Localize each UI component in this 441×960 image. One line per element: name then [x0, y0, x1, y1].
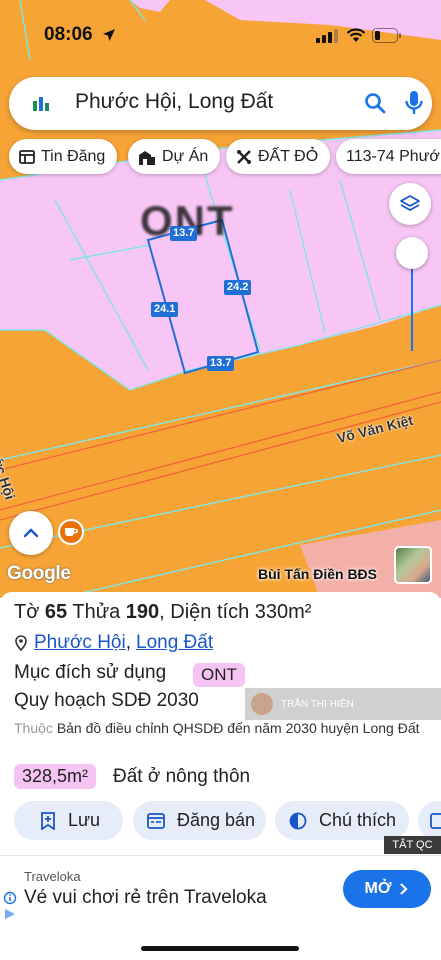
overlay-avatar: [251, 693, 273, 715]
legend-button[interactable]: Chú thích: [275, 801, 409, 840]
post-for-sale-label: Đăng bán: [177, 810, 256, 830]
search-icon[interactable]: [363, 91, 387, 115]
map-view[interactable]: ONT 13.7 24.2 24.1 13.7 Võ Văn Kiệt Phướ…: [0, 0, 441, 598]
search-query[interactable]: Phước Hội, Long Đất: [75, 90, 273, 114]
wifi-icon: [346, 28, 366, 42]
microphone-icon[interactable]: [404, 90, 424, 116]
sheet-number: 65: [44, 601, 68, 623]
google-watermark: Google: [7, 563, 71, 584]
save-button[interactable]: Lưu: [14, 801, 123, 840]
buildings-icon: [139, 150, 155, 165]
status-bar: 08:06: [0, 0, 441, 70]
district-link[interactable]: Long Đất: [136, 632, 213, 654]
location-arrow-icon: [103, 29, 115, 41]
chevron-right-icon: [400, 883, 409, 895]
close-ad-button[interactable]: TẮT QC: [384, 836, 441, 854]
usage-purpose-tag: ONT: [193, 663, 245, 687]
chip-dat-do[interactable]: ĐẤT ĐỎ: [226, 139, 331, 174]
chip-du-an[interactable]: Dự Án: [128, 139, 221, 174]
area-value: 330m²: [254, 601, 312, 623]
parcel-address: Phước Hội, Long Đất: [14, 632, 213, 654]
ad-open-button[interactable]: MỞ: [343, 870, 431, 908]
plan-label: Quy hoạch SDĐ 2030: [14, 690, 199, 711]
chip-parcel-code[interactable]: 113-74 Phướ: [336, 139, 441, 174]
author-name[interactable]: Bùi Tấn Điền BĐS: [258, 566, 377, 582]
tools-icon: [237, 149, 251, 164]
coffee-cup-icon: [65, 528, 78, 536]
chip-tin-dang[interactable]: Tin Đăng: [9, 139, 118, 174]
save-label: Lưu: [68, 810, 101, 830]
post-for-sale-button[interactable]: Đăng bán: [133, 801, 266, 840]
map-pin-icon: [15, 635, 27, 651]
opacity-slider-track[interactable]: [411, 255, 413, 351]
ad-headline[interactable]: Vé vui chơi rẻ trên Traveloka: [24, 887, 267, 909]
plan-land-type: Đất ở nông thôn: [113, 766, 251, 787]
chip-label: ĐẤT ĐỎ: [258, 147, 319, 165]
lot-number: 190: [125, 601, 160, 623]
listing-icon: [147, 812, 165, 829]
chip-label: Tin Đăng: [41, 147, 106, 165]
battery-icon: [372, 28, 401, 43]
layers-button[interactable]: [389, 183, 431, 225]
plan-source-note: Thuộc Bản đồ điều chỉnh QHSDĐ đến năm 20…: [14, 718, 434, 738]
ward-link[interactable]: Phước Hội: [34, 632, 126, 654]
parcel-title: Tờ 65 Thửa 190, Diện tích 330m²: [14, 601, 312, 623]
author-avatar[interactable]: [394, 546, 432, 584]
expand-up-button[interactable]: [9, 511, 53, 555]
coffee-poi-icon[interactable]: [58, 519, 84, 545]
dimension-left: 24.1: [151, 302, 179, 317]
opacity-slider-knob[interactable]: [396, 237, 428, 269]
note-text: Bản đồ điều chỉnh QHSDĐ đến năm 2030 huy…: [56, 720, 420, 736]
share-icon: [430, 812, 441, 829]
chevron-up-icon: [23, 528, 39, 538]
search-bar[interactable]: Phước Hội, Long Đất: [9, 77, 432, 130]
lot-label: Thửa: [72, 601, 121, 623]
home-indicator: [141, 946, 299, 951]
bookmark-plus-icon: [41, 811, 55, 830]
dimension-top: 13.7: [170, 226, 198, 241]
legend-label: Chú thích: [319, 810, 397, 830]
overlay-name: TRẦN THỊ HIỀN: [281, 698, 354, 710]
ad-open-label: MỞ: [364, 880, 392, 897]
sheet-label: Tờ: [14, 601, 40, 623]
area-label: Diện tích: [170, 601, 250, 623]
signal-icon: [316, 29, 338, 43]
ad-brand: Traveloka: [24, 869, 81, 884]
dimension-bottom: 13.7: [207, 356, 235, 371]
contrast-icon: [289, 812, 307, 829]
plan-area-badge: 328,5m²: [14, 764, 97, 789]
newspaper-icon: [19, 149, 35, 164]
app-logo-icon: [33, 97, 49, 111]
ad-banner[interactable]: Traveloka Vé vui chơi rẻ trên Traveloka …: [0, 855, 441, 960]
note-prefix: Thuộc: [14, 720, 53, 736]
chip-label: Dự Án: [162, 147, 209, 165]
chip-label: 113-74 Phướ: [346, 147, 440, 165]
dimension-right: 24.2: [224, 280, 252, 295]
user-overlay: TRẦN THỊ HIỀN: [245, 688, 441, 720]
status-time: 08:06: [44, 24, 93, 45]
layers-icon: [400, 195, 420, 211]
ad-info-icon[interactable]: [3, 891, 17, 919]
usage-purpose-label: Mục đích sử dụng: [14, 662, 167, 683]
